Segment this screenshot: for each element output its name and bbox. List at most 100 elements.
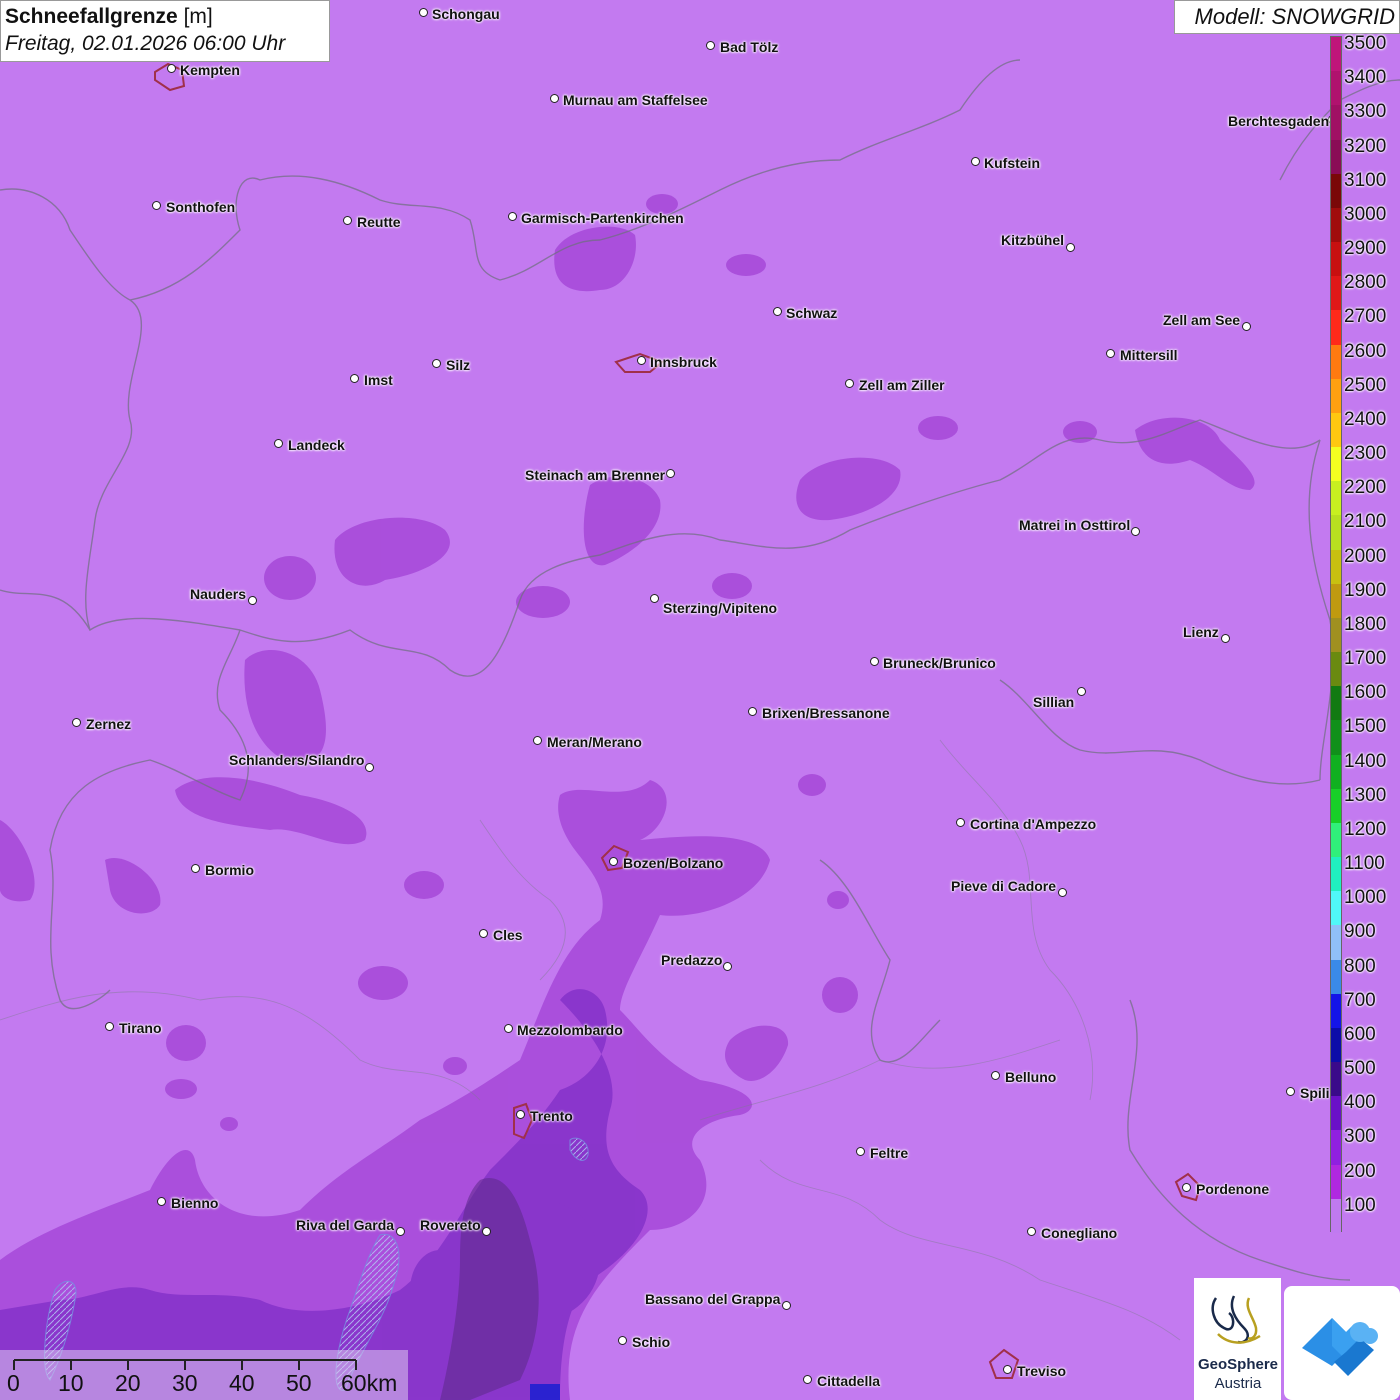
weather-app-logo[interactable] <box>1284 1286 1400 1400</box>
city-label[interactable]: Trento <box>530 1108 573 1124</box>
city-label[interactable]: Bienno <box>171 1195 218 1211</box>
city-label[interactable]: Sonthofen <box>166 199 235 215</box>
city-marker[interactable] <box>72 718 81 727</box>
city-label[interactable]: Spili <box>1300 1085 1330 1101</box>
city-marker[interactable] <box>248 596 257 605</box>
city-label[interactable]: Tirano <box>119 1020 162 1036</box>
city-marker[interactable] <box>1242 322 1251 331</box>
city-marker[interactable] <box>748 707 757 716</box>
city-marker[interactable] <box>856 1147 865 1156</box>
city-marker[interactable] <box>1182 1183 1191 1192</box>
city-marker[interactable] <box>618 1336 627 1345</box>
city-label[interactable]: Murnau am Staffelsee <box>563 92 708 108</box>
city-label[interactable]: Zell am See <box>1163 312 1240 328</box>
city-marker[interactable] <box>845 379 854 388</box>
city-label[interactable]: Cittadella <box>817 1373 880 1389</box>
city-marker[interactable] <box>274 439 283 448</box>
city-marker[interactable] <box>1106 349 1115 358</box>
city-label[interactable]: Rovereto <box>420 1217 481 1233</box>
city-marker[interactable] <box>191 864 200 873</box>
city-label[interactable]: Lienz <box>1183 624 1219 640</box>
city-marker[interactable] <box>152 201 161 210</box>
city-marker[interactable] <box>971 157 980 166</box>
city-label[interactable]: Reutte <box>357 214 401 230</box>
city-marker[interactable] <box>1058 888 1067 897</box>
city-label[interactable]: Sillian <box>1033 694 1074 710</box>
city-label[interactable]: Bad Tölz <box>720 39 778 55</box>
city-marker[interactable] <box>650 594 659 603</box>
city-label[interactable]: Feltre <box>870 1145 908 1161</box>
city-label[interactable]: Zernez <box>86 716 131 732</box>
city-marker[interactable] <box>991 1071 1000 1080</box>
city-label[interactable]: Berchtesgaden <box>1228 113 1329 129</box>
city-label[interactable]: Garmisch-Partenkirchen <box>521 210 684 226</box>
city-label[interactable]: Sterzing/Vipiteno <box>663 600 777 616</box>
city-label[interactable]: Landeck <box>288 437 345 453</box>
city-label[interactable]: Predazzo <box>661 952 722 968</box>
city-marker[interactable] <box>956 818 965 827</box>
city-label[interactable]: Bormio <box>205 862 254 878</box>
city-marker[interactable] <box>550 94 559 103</box>
city-marker[interactable] <box>1066 243 1075 252</box>
city-marker[interactable] <box>1077 687 1086 696</box>
city-marker[interactable] <box>723 962 732 971</box>
city-marker[interactable] <box>343 216 352 225</box>
city-marker[interactable] <box>609 857 618 866</box>
city-label[interactable]: Treviso <box>1017 1363 1066 1379</box>
city-marker[interactable] <box>666 469 675 478</box>
city-marker[interactable] <box>1027 1227 1036 1236</box>
city-marker[interactable] <box>516 1110 525 1119</box>
city-label[interactable]: Nauders <box>190 586 246 602</box>
city-label[interactable]: Schwaz <box>786 305 837 321</box>
city-marker[interactable] <box>533 736 542 745</box>
city-label[interactable]: Mittersill <box>1120 347 1178 363</box>
city-marker[interactable] <box>432 359 441 368</box>
city-label[interactable]: Pordenone <box>1196 1181 1269 1197</box>
city-marker[interactable] <box>365 763 374 772</box>
city-marker[interactable] <box>157 1197 166 1206</box>
city-label[interactable]: Schlanders/Silandro <box>229 752 364 768</box>
city-label[interactable]: Schio <box>632 1334 670 1350</box>
city-marker[interactable] <box>504 1024 513 1033</box>
city-label[interactable]: Bruneck/Brunico <box>883 655 996 671</box>
city-label[interactable]: Kempten <box>180 62 240 78</box>
city-label[interactable]: Kitzbühel <box>1001 232 1064 248</box>
city-marker[interactable] <box>1003 1365 1012 1374</box>
city-label[interactable]: Cles <box>493 927 523 943</box>
city-marker[interactable] <box>350 374 359 383</box>
city-marker[interactable] <box>782 1301 791 1310</box>
city-marker[interactable] <box>1286 1087 1295 1096</box>
city-marker[interactable] <box>419 8 428 17</box>
city-marker[interactable] <box>1131 527 1140 536</box>
city-label[interactable]: Kufstein <box>984 155 1040 171</box>
city-label[interactable]: Silz <box>446 357 470 373</box>
city-label[interactable]: Conegliano <box>1041 1225 1117 1241</box>
city-label[interactable]: Mezzolombardo <box>517 1022 623 1038</box>
city-marker[interactable] <box>105 1022 114 1031</box>
city-marker[interactable] <box>1221 634 1230 643</box>
city-marker[interactable] <box>482 1227 491 1236</box>
city-label[interactable]: Bozen/Bolzano <box>623 855 723 871</box>
city-marker[interactable] <box>637 356 646 365</box>
city-label[interactable]: Steinach am Brenner <box>525 467 665 483</box>
city-label[interactable]: Matrei in Osttirol <box>1019 517 1130 533</box>
city-marker[interactable] <box>773 307 782 316</box>
city-marker[interactable] <box>167 64 176 73</box>
city-label[interactable]: Riva del Garda <box>296 1217 394 1233</box>
city-marker[interactable] <box>706 41 715 50</box>
city-label[interactable]: Bassano del Grappa <box>645 1291 780 1307</box>
city-marker[interactable] <box>479 929 488 938</box>
city-label[interactable]: Belluno <box>1005 1069 1056 1085</box>
city-label[interactable]: Imst <box>364 372 393 388</box>
city-label[interactable]: Schongau <box>432 6 500 22</box>
city-marker[interactable] <box>508 212 517 221</box>
city-label[interactable]: Meran/Merano <box>547 734 642 750</box>
city-marker[interactable] <box>396 1227 405 1236</box>
city-marker[interactable] <box>870 657 879 666</box>
city-label[interactable]: Brixen/Bressanone <box>762 705 890 721</box>
snowfall-limit-map[interactable]: Schneefallgrenze [m] Freitag, 02.01.2026… <box>0 0 1400 1400</box>
city-label[interactable]: Cortina d'Ampezzo <box>970 816 1096 832</box>
city-label[interactable]: Pieve di Cadore <box>951 878 1056 894</box>
city-label[interactable]: Zell am Ziller <box>859 377 945 393</box>
city-label[interactable]: Innsbruck <box>650 354 717 370</box>
